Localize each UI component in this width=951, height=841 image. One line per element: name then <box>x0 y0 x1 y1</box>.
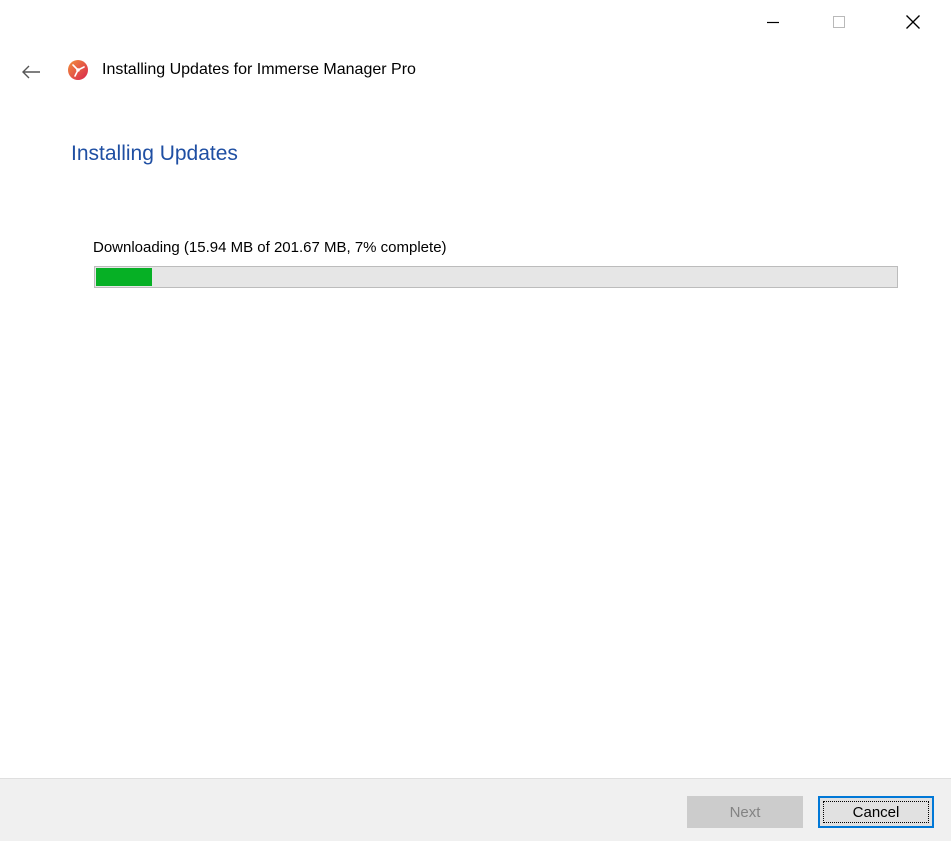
back-button[interactable] <box>19 62 43 82</box>
cancel-button[interactable]: Cancel <box>818 796 934 828</box>
next-button[interactable]: Next <box>687 796 803 828</box>
download-status: Downloading (15.94 MB of 201.67 MB, 7% c… <box>93 239 447 256</box>
minimize-button[interactable] <box>750 0 796 44</box>
download-progress-bar <box>94 266 898 288</box>
window-title: Installing Updates for Immerse Manager P… <box>102 61 416 78</box>
progress-fill <box>96 268 152 286</box>
page-heading: Installing Updates <box>71 142 238 165</box>
maximize-icon <box>833 16 845 28</box>
close-button[interactable] <box>890 0 936 44</box>
back-arrow-icon <box>22 65 40 79</box>
app-logo-icon <box>67 59 89 81</box>
minimize-icon <box>767 21 779 24</box>
cancel-button-label: Cancel <box>852 803 900 821</box>
footer-bar: Next Cancel <box>0 778 951 841</box>
installer-window: Installing Updates for Immerse Manager P… <box>0 0 951 841</box>
close-icon <box>906 15 920 29</box>
maximize-button[interactable] <box>816 0 862 44</box>
